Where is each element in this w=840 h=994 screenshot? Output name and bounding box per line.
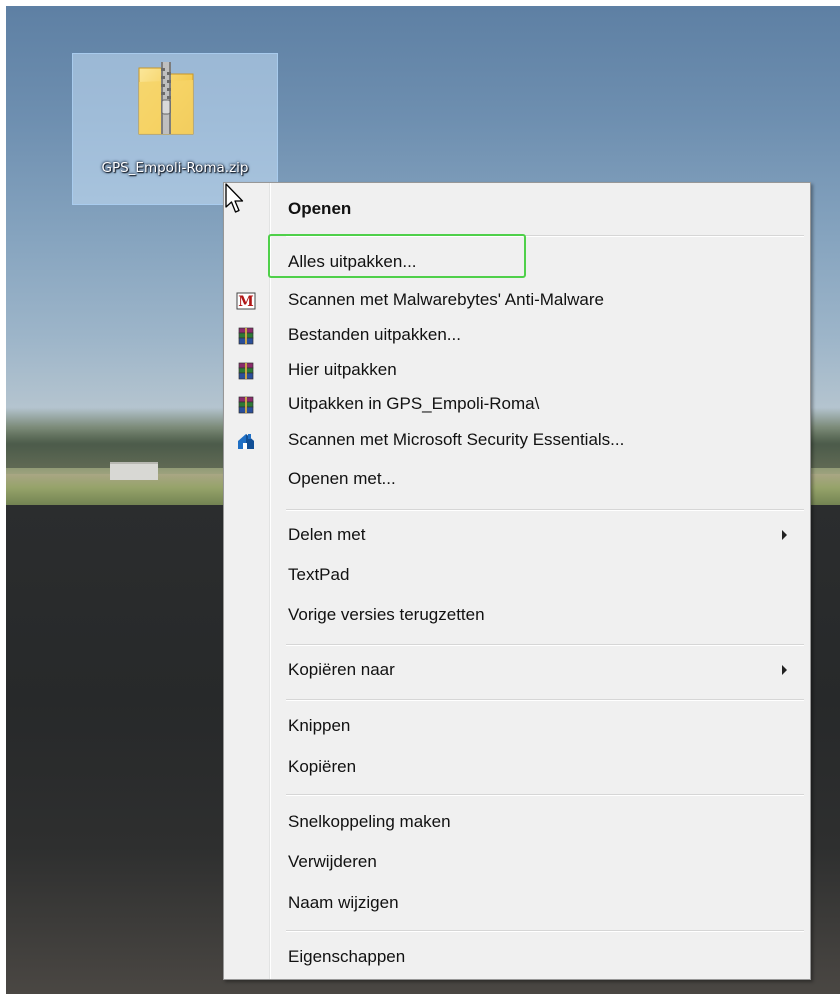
menu-item-uitpakken-in-folder[interactable]: Uitpakken in GPS_Empoli-Roma\ — [226, 387, 808, 421]
menu-item-label: Kopiëren — [288, 757, 357, 776]
menu-item-label: Uitpakken in GPS_Empoli-Roma\ — [288, 394, 540, 413]
menu-item-label: Scannen met Malwarebytes' Anti-Malware — [288, 290, 604, 309]
menu-item-alles-uitpakken[interactable]: Alles uitpakken... — [226, 245, 808, 279]
menu-item-label: Eigenschappen — [288, 947, 406, 966]
mouse-cursor-icon — [225, 183, 244, 213]
menu-separator — [286, 699, 804, 701]
menu-item-knippen[interactable]: Knippen — [226, 709, 808, 743]
menu-item-label: TextPad — [288, 565, 350, 584]
menu-item-kopieren-naar[interactable]: Kopiëren naar — [226, 653, 808, 687]
menu-separator — [286, 509, 804, 511]
menu-item-eigenschappen[interactable]: Eigenschappen — [226, 940, 808, 974]
menu-item-vorige-versies[interactable]: Vorige versies terugzetten — [226, 598, 808, 632]
top-edge — [0, 0, 840, 6]
winrar-icon — [238, 362, 254, 380]
menu-item-verwijderen[interactable]: Verwijderen — [226, 845, 808, 879]
context-menu: Openen Alles uitpakken... M Scannen met … — [223, 182, 811, 980]
menu-item-label: Openen — [288, 199, 352, 218]
menu-item-snelkoppeling-maken[interactable]: Snelkoppeling maken — [226, 805, 808, 839]
menu-item-kopieren[interactable]: Kopiëren — [226, 750, 808, 784]
menu-item-label: Scannen met Microsoft Security Essential… — [288, 430, 625, 449]
menu-item-delen-met[interactable]: Delen met — [226, 518, 808, 552]
left-edge — [0, 0, 6, 994]
winrar-icon — [238, 327, 254, 345]
malwarebytes-icon: M — [236, 292, 256, 310]
menu-item-label: Naam wijzigen — [288, 893, 399, 912]
menu-separator — [286, 644, 804, 646]
menu-item-openen[interactable]: Openen — [226, 192, 808, 226]
submenu-arrow-icon — [782, 665, 787, 675]
menu-item-label: Delen met — [288, 525, 366, 544]
menu-item-scan-security-essentials[interactable]: Scannen met Microsoft Security Essential… — [226, 423, 808, 457]
menu-separator — [286, 794, 804, 796]
menu-item-bestanden-uitpakken[interactable]: Bestanden uitpakken... — [226, 318, 808, 352]
menu-item-openen-met[interactable]: Openen met... — [226, 462, 808, 496]
menu-item-label: Openen met... — [288, 469, 396, 488]
menu-item-label: Snelkoppeling maken — [288, 812, 451, 831]
menu-item-label: Vorige versies terugzetten — [288, 605, 485, 624]
menu-separator — [286, 930, 804, 932]
submenu-arrow-icon — [782, 530, 787, 540]
file-name-label: GPS_Empoli-Roma.zip — [101, 160, 249, 176]
menu-item-naam-wijzigen[interactable]: Naam wijzigen — [226, 886, 808, 920]
zip-folder-icon — [138, 62, 194, 135]
menu-item-label: Knippen — [288, 716, 351, 735]
menu-item-hier-uitpakken[interactable]: Hier uitpakken — [226, 353, 808, 387]
hangar — [110, 462, 158, 480]
winrar-icon — [238, 396, 254, 414]
menu-item-label: Verwijderen — [288, 852, 377, 871]
menu-item-label: Kopiëren naar — [288, 660, 395, 679]
menu-item-textpad[interactable]: TextPad — [226, 558, 808, 592]
svg-text:M: M — [238, 294, 254, 310]
menu-item-label: Bestanden uitpakken... — [288, 325, 461, 344]
menu-item-label: Hier uitpakken — [288, 360, 397, 379]
microsoft-security-essentials-icon — [238, 434, 254, 449]
menu-item-scan-malwarebytes[interactable]: M Scannen met Malwarebytes' Anti-Malware — [226, 283, 808, 317]
menu-item-label: Alles uitpakken... — [288, 252, 417, 271]
